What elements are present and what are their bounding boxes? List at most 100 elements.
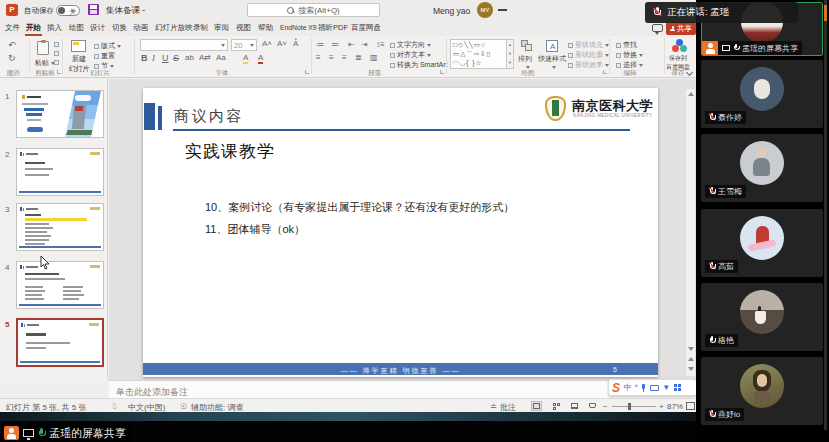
grow-font-icon[interactable]: A˄ xyxy=(262,39,272,48)
slide-thumbnail-4[interactable] xyxy=(16,261,104,309)
tab-transitions[interactable]: 切换 xyxy=(112,23,127,33)
user-avatar[interactable]: MY xyxy=(477,2,493,18)
minimize-button[interactable] xyxy=(498,9,507,11)
quick-styles-label[interactable]: 快速样式 xyxy=(538,54,566,64)
voice-input-icon[interactable] xyxy=(641,384,646,392)
slide-sorter-view-button[interactable] xyxy=(551,401,562,411)
tab-help[interactable]: 帮助 xyxy=(258,23,273,33)
search-input[interactable]: 搜索(Alt+Q) xyxy=(247,3,380,17)
italic-button[interactable]: I xyxy=(152,53,155,63)
text-direction-button[interactable]: 文字方向 xyxy=(390,40,431,50)
skin-icon[interactable]: ▼ xyxy=(662,383,670,392)
justify-icon[interactable]: ≣ xyxy=(355,53,362,62)
tab-record[interactable]: 录制 xyxy=(193,23,208,33)
indent-icon[interactable]: ⇥ xyxy=(361,40,368,49)
keyboard-icon[interactable] xyxy=(650,385,659,391)
align-text-button[interactable]: 对齐文本 xyxy=(390,50,431,60)
align-center-icon[interactable]: ≡ xyxy=(329,53,334,62)
powerpoint-app-icon[interactable]: P xyxy=(6,4,18,16)
tab-animations[interactable]: 动画 xyxy=(133,23,148,33)
prev-slide-icon[interactable] xyxy=(688,357,694,361)
underline-button[interactable]: U xyxy=(162,53,169,63)
tab-view[interactable]: 视图 xyxy=(236,23,251,33)
paste-label[interactable]: 粘贴 xyxy=(35,58,55,68)
share-button[interactable]: 共享 xyxy=(666,22,696,35)
shape-outline-button[interactable]: 形状轮廓 xyxy=(568,50,609,60)
font-name-combo[interactable] xyxy=(140,39,228,51)
zoom-out-button[interactable]: − xyxy=(603,402,608,411)
scroll-up-icon[interactable] xyxy=(688,92,694,96)
clipboard-dialog-launcher[interactable] xyxy=(57,70,61,74)
layout-button[interactable]: 版式 xyxy=(94,41,121,51)
reading-view-button[interactable] xyxy=(569,401,580,411)
sogou-logo-icon[interactable]: S xyxy=(612,381,620,395)
paragraph-dialog-launcher[interactable] xyxy=(440,70,444,74)
toolbox-icon[interactable] xyxy=(674,384,681,391)
arrange-label[interactable]: 排列 xyxy=(518,54,532,64)
replace-button[interactable]: 替换 xyxy=(616,50,643,60)
bold-button[interactable]: B xyxy=(141,53,148,63)
baidu-netdisk-icon[interactable] xyxy=(672,39,688,53)
numbering-icon[interactable]: ≕ xyxy=(331,40,339,49)
participant-tile[interactable]: 燕妤lo xyxy=(701,357,823,425)
sogou-input-toolbar[interactable]: S 中 ˟ ▼ xyxy=(608,379,697,396)
quick-styles-icon[interactable] xyxy=(546,40,558,52)
save-icon[interactable] xyxy=(88,4,99,15)
slide-scrollbar[interactable] xyxy=(685,88,696,377)
format-painter-icon[interactable] xyxy=(54,60,59,65)
reset-button[interactable]: 重置 xyxy=(94,51,115,61)
clear-format-icon[interactable]: A̽ xyxy=(293,39,298,48)
tab-insert[interactable]: 插入 xyxy=(47,23,62,33)
tab-file[interactable]: 文件 xyxy=(5,23,20,33)
outdent-icon[interactable]: ⇤ xyxy=(348,40,355,49)
shapes-gallery[interactable]: □◇╲╲▭○▭△⌒⇨⇩▯◠◡{ }☆ xyxy=(450,39,507,69)
line-spacing-icon[interactable]: ↕≡ xyxy=(376,40,385,49)
slideshow-view-button[interactable] xyxy=(587,401,598,411)
columns-icon[interactable]: ▥ xyxy=(370,53,378,62)
normal-view-button[interactable] xyxy=(531,401,542,411)
zoom-slider-track[interactable] xyxy=(612,406,656,407)
symbol-icon[interactable]: ˟ xyxy=(635,383,638,392)
tab-foxit-pdf[interactable]: 福昕PDF xyxy=(318,23,348,33)
align-left-icon[interactable]: ≡ xyxy=(316,53,321,62)
highlight-icon[interactable]: A xyxy=(243,53,248,64)
tab-baidu-netdisk[interactable]: 百度网盘 xyxy=(351,23,381,33)
slide-thumbnail-1[interactable] xyxy=(16,90,104,138)
zoom-in-button[interactable]: + xyxy=(659,402,664,411)
fit-to-window-button[interactable] xyxy=(686,402,695,410)
arrange-icon[interactable] xyxy=(521,40,533,52)
participant-tile[interactable]: 格艳 xyxy=(701,283,823,351)
font-color-icon[interactable]: A xyxy=(258,53,263,64)
font-size-combo[interactable]: 20 xyxy=(231,39,257,51)
tab-home[interactable]: 开始 xyxy=(26,23,41,33)
tab-endnote[interactable]: EndNote X9 xyxy=(280,24,317,31)
font-dialog-launcher[interactable] xyxy=(305,70,309,74)
next-slide-icon[interactable] xyxy=(688,367,694,371)
participant-tile[interactable]: 聂作婷 xyxy=(701,60,823,128)
undo-icon[interactable]: ↶ xyxy=(8,40,16,50)
tab-design[interactable]: 设计 xyxy=(90,23,105,33)
comments-toggle-icon[interactable]: ≐ xyxy=(490,402,497,411)
slide-thumbnail-3[interactable] xyxy=(16,203,104,251)
change-case-icon[interactable]: Aa xyxy=(216,53,226,62)
copy-icon[interactable] xyxy=(54,51,59,56)
autosave-toggle[interactable]: 关 xyxy=(56,5,80,16)
slide-thumbnail-5[interactable] xyxy=(16,318,104,367)
tab-review[interactable]: 审阅 xyxy=(214,23,229,33)
tab-draw[interactable]: 绘图 xyxy=(69,23,84,33)
slide-thumbnail-2[interactable] xyxy=(16,148,104,196)
screen-share-badge[interactable]: 孟瑶的屏幕共享 xyxy=(2,424,132,442)
chinese-mode-icon[interactable]: 中 xyxy=(624,382,632,393)
participant-tile[interactable]: 高茹 xyxy=(701,209,823,277)
bullets-icon[interactable]: ≔ xyxy=(316,40,324,49)
align-right-icon[interactable]: ≡ xyxy=(342,53,347,62)
zoom-slider-thumb[interactable] xyxy=(628,403,631,410)
proof-icon[interactable]: ⌷ xyxy=(112,402,117,412)
current-slide[interactable]: 商议内容 南京医科大学 NANJING MEDICAL UNIVERSITY 实… xyxy=(143,88,658,377)
shape-fill-button[interactable]: 形状填充 xyxy=(568,40,609,50)
tab-slideshow[interactable]: 幻灯片放映 xyxy=(155,23,193,33)
user-name[interactable]: Meng yao xyxy=(433,6,470,16)
comments-icon[interactable] xyxy=(652,24,663,32)
participant-tile[interactable]: 王雪梅 xyxy=(701,134,823,202)
find-button[interactable]: 查找 xyxy=(616,40,637,50)
